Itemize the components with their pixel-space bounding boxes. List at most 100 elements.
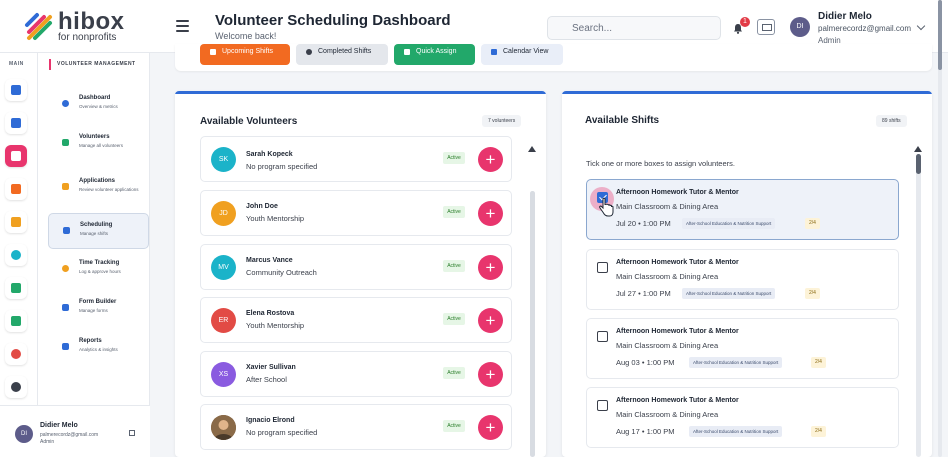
shift-date: Jul 27 • 1:00 PM (616, 289, 671, 298)
status-badge: Active (443, 420, 465, 432)
sidebar-item-volunteers[interactable]: Volunteers Manage all volunteers (48, 126, 149, 162)
sidebar-item-reports[interactable]: Reports Analytics & insights (48, 330, 149, 366)
shift-title: Afternoon Homework Tutor & Mentor (616, 397, 739, 404)
org-chart-icon[interactable] (5, 112, 27, 134)
calendar-icon (63, 227, 70, 234)
sidebar-user-name: Didier Melo (40, 422, 78, 429)
shift-checkbox[interactable] (597, 262, 608, 273)
capacity-badge: 2/4 (811, 357, 826, 368)
list-item[interactable]: ER Elena Rostova Youth Mentorship Active… (200, 297, 512, 343)
tab-label: Completed Shifts (318, 48, 372, 55)
add-volunteer-button[interactable]: + (478, 201, 503, 226)
volunteer-program: Youth Mentorship (246, 214, 305, 223)
scroll-up-icon[interactable] (528, 146, 536, 152)
tab-completed-shifts[interactable]: Completed Shifts (296, 44, 388, 65)
volunteer-program: No program specified (246, 162, 318, 171)
program-tag: After-School Education & Nutrition Suppo… (682, 218, 776, 229)
external-link-icon[interactable] (129, 430, 135, 436)
list-item[interactable]: MV Marcus Vance Community Outreach Activ… (200, 244, 512, 290)
page-scrollbar-thumb[interactable] (938, 0, 942, 70)
volunteers-panel: Available Volunteers 7 volunteers SK Sar… (175, 91, 546, 457)
shift-checkbox[interactable] (597, 331, 608, 342)
tab-calendar-view[interactable]: Calendar View (481, 44, 563, 65)
monitor-icon[interactable] (757, 19, 775, 35)
sidebar-item-label: Reports (79, 338, 102, 344)
sidebar-item-label: Form Builder (79, 299, 117, 305)
gear-icon[interactable] (5, 376, 27, 398)
network-icon[interactable] (5, 277, 27, 299)
shift-checkbox[interactable] (597, 400, 608, 411)
users-icon (62, 139, 69, 146)
sidebar-item-desc: Analytics & insights (79, 347, 118, 352)
building-icon[interactable] (5, 178, 27, 200)
add-volunteer-button[interactable]: + (478, 255, 503, 280)
calendar-icon (491, 49, 497, 55)
volunteer-count-badge: 7 volunteers (482, 115, 522, 127)
scrollbar-thumb[interactable] (916, 154, 921, 174)
scrollbar-thumb[interactable] (530, 191, 535, 457)
clipboard-icon (62, 183, 69, 190)
add-volunteer-button[interactable]: + (478, 415, 503, 440)
volunteer-program: Community Outreach (246, 268, 317, 277)
capacity-badge: 2/4 (805, 288, 820, 299)
list-item[interactable]: Ignacio Elrond No program specified Acti… (200, 404, 512, 450)
panel-title: Available Shifts (585, 115, 660, 126)
sidebar-section-title: VOLUNTEER MANAGEMENT (57, 61, 136, 67)
sidebar-item-desc: Manage all volunteers (79, 143, 124, 148)
scroll-up-icon[interactable] (914, 146, 922, 152)
sidebar-user-role: Admin (40, 439, 55, 445)
dashboard-icon (62, 100, 69, 107)
volunteer-icon[interactable] (5, 145, 27, 167)
volunteer-program: After School (246, 375, 287, 384)
shift-date: Aug 03 • 1:00 PM (616, 358, 675, 367)
shift-card[interactable]: Afternoon Homework Tutor & Mentor Main C… (586, 249, 899, 310)
shift-location: Main Classroom & Dining Area (616, 202, 719, 211)
target-icon[interactable] (5, 244, 27, 266)
graduation-icon[interactable] (5, 211, 27, 233)
program-tag: After-School Education & Nutrition Suppo… (689, 426, 783, 437)
pie-chart-icon[interactable] (5, 343, 27, 365)
shift-card[interactable]: Afternoon Homework Tutor & Mentor Main C… (586, 318, 899, 379)
sidebar-item-label: Applications (79, 178, 116, 184)
logo[interactable]: hibox for nonprofits (24, 10, 125, 43)
add-volunteer-button[interactable]: + (478, 147, 503, 172)
page-subtitle: Welcome back! (215, 31, 277, 41)
sidebar-item-dashboard[interactable]: Dashboard Overview & metrics (48, 87, 149, 123)
tab-quick-assign[interactable]: Quick Assign (394, 44, 475, 65)
menu-icon[interactable] (176, 20, 189, 35)
list-item[interactable]: JD John Doe Youth Mentorship Active + (200, 190, 512, 236)
sidebar-item-desc: Overview & metrics (79, 104, 118, 109)
team-icon[interactable] (5, 310, 27, 332)
volunteer-name: Xavier Sullivan (246, 364, 296, 371)
home-icon[interactable] (5, 79, 27, 101)
shift-card[interactable]: Afternoon Homework Tutor & Mentor Main C… (586, 179, 899, 240)
sidebar-item-desc: Manage shifts (80, 231, 109, 236)
sidebar-item-form-builder[interactable]: Form Builder Manage forms (48, 291, 149, 327)
search-input[interactable]: Search... (547, 16, 721, 40)
add-volunteer-button[interactable]: + (478, 362, 503, 387)
sidebar-item-time-tracking[interactable]: Time Tracking Log & approve hours (48, 252, 149, 288)
shift-card[interactable]: Afternoon Homework Tutor & Mentor Main C… (586, 387, 899, 448)
list-item[interactable]: SK Sarah Kopeck No program specified Act… (200, 136, 512, 182)
hand-cursor-icon (598, 197, 614, 217)
volunteer-name: Ignacio Elrond (246, 417, 295, 424)
avatar: JD (211, 201, 236, 226)
shift-date: Aug 17 • 1:00 PM (616, 427, 675, 436)
avatar[interactable]: DI (790, 17, 810, 37)
sidebar-item-label: Scheduling (80, 222, 113, 228)
add-volunteer-button[interactable]: + (478, 308, 503, 333)
sidebar-item-applications[interactable]: Applications Review volunteer applicatio… (48, 170, 149, 214)
sidebar-item-scheduling[interactable]: Scheduling Manage shifts (48, 213, 149, 249)
shift-count-badge: 89 shifts (876, 115, 907, 127)
status-badge: Active (443, 260, 465, 272)
chevron-down-icon[interactable] (916, 21, 926, 31)
page-title: Volunteer Scheduling Dashboard (215, 12, 451, 29)
avatar: ER (211, 308, 236, 333)
tab-upcoming-shifts[interactable]: Upcoming Shifts (200, 44, 290, 65)
capacity-badge: 2/4 (805, 218, 820, 229)
list-item[interactable]: XS Xavier Sullivan After School Active + (200, 351, 512, 397)
scrollbar[interactable] (916, 154, 921, 457)
program-tag: After-School Education & Nutrition Suppo… (682, 288, 776, 299)
form-icon (62, 304, 69, 311)
sidebar-item-desc: Log & approve hours (79, 269, 121, 274)
